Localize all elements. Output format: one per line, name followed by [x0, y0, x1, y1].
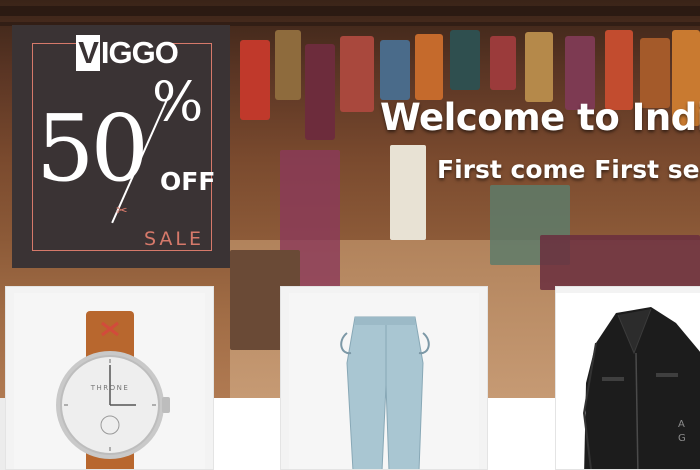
hanging-bag: [340, 36, 374, 112]
brand-logo: V IGGO: [76, 33, 179, 73]
product-image-jeans[interactable]: [289, 293, 479, 469]
hanging-bag: [305, 44, 335, 140]
product-card-jeans[interactable]: [280, 286, 488, 470]
watch-illustration: THRONE: [56, 311, 170, 469]
hanging-bag: [525, 32, 553, 102]
brand-logo-initial: V: [76, 35, 100, 71]
sale-label: SALE: [142, 228, 207, 250]
jeans-illustration: [340, 316, 430, 469]
hanging-bag: [490, 36, 516, 90]
hero-subtitle: First come First ser: [437, 155, 700, 184]
hanging-bag: [240, 40, 270, 120]
hanging-bag: [450, 30, 480, 90]
watch-dial-brand: THRONE: [90, 384, 130, 392]
hero-title: Welcome to Indi: [380, 96, 700, 139]
product-card-watch[interactable]: THRONE: [5, 286, 214, 470]
overlay-caption-line: A: [678, 419, 685, 430]
hanging-bag: [275, 30, 301, 100]
overlay-caption-line: G: [678, 433, 686, 444]
hanging-bag: [380, 40, 410, 100]
hanging-bag: [415, 34, 443, 100]
percent-sign: %: [152, 70, 204, 133]
sale-promo-banner[interactable]: V IGGO 50 % OFF ✂ SALE: [12, 25, 230, 268]
shopper-figure: [390, 145, 426, 240]
textile-stall: [540, 235, 700, 290]
roof-beam: [0, 6, 700, 16]
brand-logo-text: IGGO: [100, 35, 179, 70]
product-image-watch[interactable]: THRONE: [14, 293, 205, 469]
overlay-caption: A G: [678, 418, 686, 446]
off-label: OFF: [160, 167, 216, 196]
scissors-icon: ✂: [116, 203, 128, 219]
